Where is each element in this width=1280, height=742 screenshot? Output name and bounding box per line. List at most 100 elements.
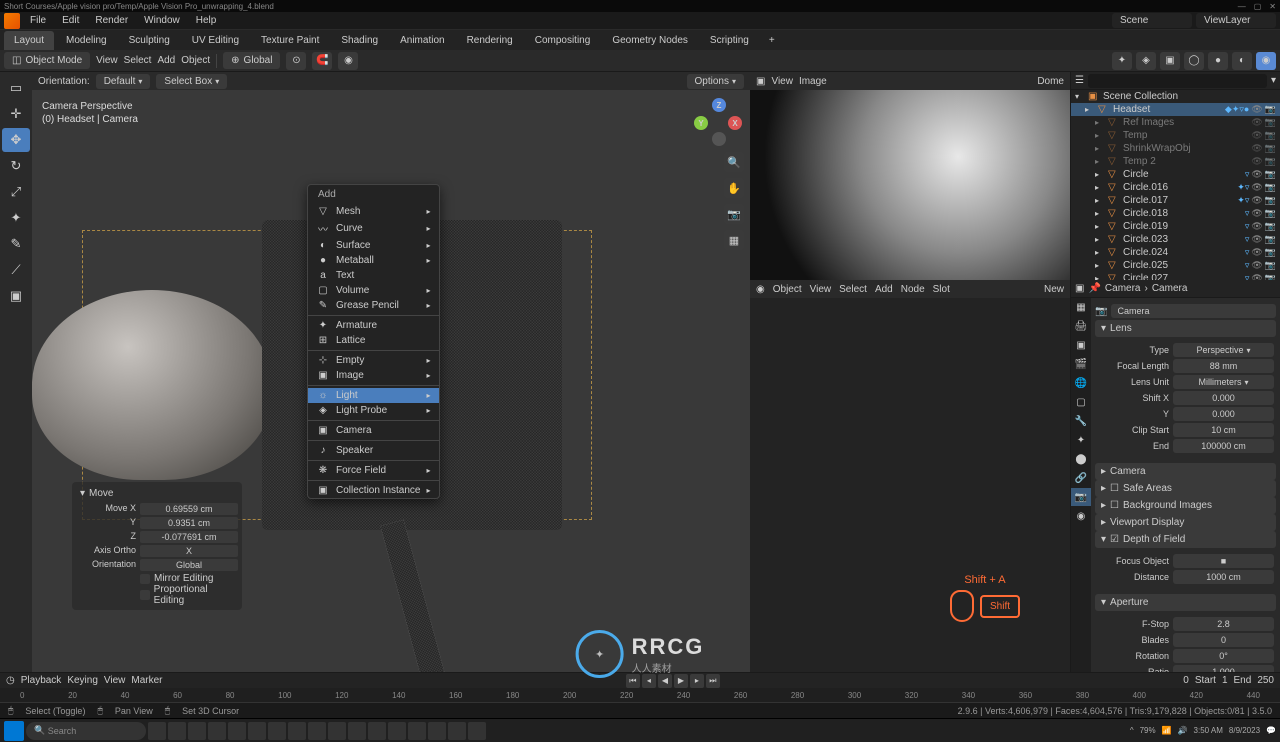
header-select[interactable]: Select: [124, 55, 152, 66]
end-frame-input[interactable]: 250: [1257, 675, 1274, 686]
add-menu-item-light-probe[interactable]: ◈Light Probe▸: [308, 403, 439, 418]
add-menu-item-light[interactable]: ☼Light▸: [308, 388, 439, 403]
axis-z-icon[interactable]: Z: [712, 98, 726, 112]
disclosure-icon[interactable]: ▸: [1095, 196, 1105, 205]
axis-neg-icon[interactable]: [712, 132, 726, 146]
disclosure-icon[interactable]: ▸: [1095, 183, 1105, 192]
outliner-item[interactable]: ▸▽Circle.017✦▿👁📷: [1071, 194, 1280, 207]
props-type-icon[interactable]: ▣: [1075, 283, 1084, 294]
scene-field[interactable]: Scene: [1112, 13, 1192, 28]
clipend-input[interactable]: 100000 cm: [1173, 439, 1274, 453]
img-view[interactable]: View: [771, 76, 793, 87]
notification-icon[interactable]: 💬: [1266, 726, 1276, 735]
render-visibility-icon[interactable]: 📷: [1265, 273, 1276, 280]
shader-add[interactable]: Add: [875, 284, 893, 295]
app-icon[interactable]: [288, 722, 306, 740]
disclosure-icon[interactable]: ▸: [1095, 261, 1105, 270]
outliner[interactable]: ▾ ▣ Scene Collection ▸▽Headset◆✦▿●👁📷▸▽Re…: [1071, 90, 1280, 280]
blender-logo-icon[interactable]: [4, 13, 20, 29]
visibility-icon[interactable]: 👁: [1251, 130, 1262, 141]
tab-compositing[interactable]: Compositing: [525, 31, 601, 50]
image-datablock[interactable]: Dome: [1037, 76, 1064, 87]
orientation-op-value[interactable]: Global: [140, 559, 238, 571]
gizmo-toggle-icon[interactable]: ✦: [1112, 52, 1132, 70]
render-visibility-icon[interactable]: 📷: [1265, 182, 1276, 193]
current-frame-input[interactable]: 0: [1183, 675, 1189, 686]
visibility-icon[interactable]: 👁: [1251, 143, 1262, 154]
header-view[interactable]: View: [96, 55, 118, 66]
disclosure-icon[interactable]: ▸: [1095, 118, 1105, 127]
outliner-item[interactable]: ▸▽ShrinkWrapObj👁📷: [1071, 142, 1280, 155]
menu-window[interactable]: Window: [138, 13, 186, 28]
outliner-item-toggles[interactable]: 👁📷: [1251, 143, 1276, 154]
outliner-item-toggles[interactable]: ▿👁📷: [1245, 234, 1276, 245]
axis-ortho-value[interactable]: X: [140, 545, 238, 557]
clock-date[interactable]: 8/9/2023: [1229, 726, 1260, 735]
tab-animation[interactable]: Animation: [390, 31, 454, 50]
chrome-icon[interactable]: [208, 722, 226, 740]
viewport-3d[interactable]: Camera Perspective (0) Headset | Camera …: [32, 90, 750, 672]
shading-rendered-icon[interactable]: ◉: [1256, 52, 1276, 70]
render-visibility-icon[interactable]: 📷: [1265, 143, 1276, 154]
movez-value[interactable]: -0.077691 cm: [140, 531, 238, 543]
disclosure-icon[interactable]: ▸: [1095, 248, 1105, 257]
tl-view[interactable]: View: [104, 675, 126, 686]
menu-help[interactable]: Help: [190, 13, 223, 28]
tab-geometry-nodes[interactable]: Geometry Nodes: [602, 31, 698, 50]
tl-marker[interactable]: Marker: [131, 675, 162, 686]
render-visibility-icon[interactable]: 📷: [1265, 117, 1276, 128]
cursor-tool-icon[interactable]: ✛: [2, 102, 30, 126]
clock-time[interactable]: 3:50 AM: [1194, 726, 1223, 735]
explorer-icon[interactable]: [168, 722, 186, 740]
orientation-default[interactable]: Default: [96, 74, 151, 89]
properties-panel[interactable]: 📷 Camera ▾Lens TypePerspective Focal Len…: [1091, 298, 1280, 672]
add-menu-item-armature[interactable]: ✦Armature: [308, 318, 439, 333]
outliner-item[interactable]: ▸▽Circle▿👁📷: [1071, 168, 1280, 181]
timeline-ruler[interactable]: 0204060801001201401601802002202402602803…: [0, 688, 1280, 702]
tab-object-icon[interactable]: ▢: [1071, 393, 1091, 411]
select-tool-icon[interactable]: ▭: [2, 76, 30, 100]
add-menu-item-collection-instance[interactable]: ▣Collection Instance▸: [308, 483, 439, 498]
tab-world-icon[interactable]: 🌐: [1071, 374, 1091, 392]
blades-input[interactable]: 0: [1173, 633, 1274, 647]
app-icon[interactable]: [308, 722, 326, 740]
add-cube-tool-icon[interactable]: ▣: [2, 284, 30, 308]
edge-icon[interactable]: [188, 722, 206, 740]
disclosure-icon[interactable]: ▸: [1095, 222, 1105, 231]
tab-particles-icon[interactable]: ✦: [1071, 431, 1091, 449]
tab-data-camera-icon[interactable]: 📷: [1071, 488, 1091, 506]
outliner-item-toggles[interactable]: 👁📷: [1251, 130, 1276, 141]
add-menu-item-mesh[interactable]: ▽Mesh▸: [308, 204, 439, 219]
outliner-item-toggles[interactable]: ▿👁📷: [1245, 221, 1276, 232]
scale-tool-icon[interactable]: ⤢: [2, 180, 30, 204]
focal-length-input[interactable]: 88 mm: [1173, 359, 1274, 373]
app-icon[interactable]: [228, 722, 246, 740]
prop-checkbox[interactable]: [140, 590, 150, 600]
play-icon[interactable]: ▶: [674, 674, 688, 688]
tab-uv-editing[interactable]: UV Editing: [182, 31, 249, 50]
outliner-root[interactable]: ▾ ▣ Scene Collection: [1071, 90, 1280, 103]
img-image[interactable]: Image: [799, 76, 827, 87]
axis-y-icon[interactable]: Y: [694, 116, 708, 130]
add-menu-item-text[interactable]: aText: [308, 268, 439, 283]
wifi-icon[interactable]: 📶: [1162, 726, 1172, 735]
dof-header[interactable]: ▾☑Depth of Field: [1095, 531, 1276, 548]
movey-value[interactable]: 0.9351 cm: [140, 517, 238, 529]
move-tool-icon[interactable]: ✥: [2, 128, 30, 152]
focus-object-picker[interactable]: ■: [1173, 554, 1274, 568]
measure-tool-icon[interactable]: ⟋: [2, 258, 30, 282]
app-icon[interactable]: [348, 722, 366, 740]
outliner-item-toggles[interactable]: ◆✦▿●👁📷: [1225, 104, 1276, 115]
movex-value[interactable]: 0.69559 cm: [140, 503, 238, 515]
start-frame-input[interactable]: 1: [1222, 675, 1228, 686]
annotate-tool-icon[interactable]: ✎: [2, 232, 30, 256]
add-menu-item-image[interactable]: ▣Image▸: [308, 368, 439, 383]
outliner-item-toggles[interactable]: ▿👁📷: [1245, 169, 1276, 180]
disclosure-icon[interactable]: ▸: [1095, 209, 1105, 218]
add-menu-item-volume[interactable]: ▢Volume▸: [308, 283, 439, 298]
next-key-icon[interactable]: ▸: [690, 674, 704, 688]
outliner-item[interactable]: ▸▽Temp 2👁📷: [1071, 155, 1280, 168]
system-tray[interactable]: ^ 79% 📶 🔊 3:50 AM 8/9/2023 💬: [1130, 726, 1276, 735]
orientation-dropdown[interactable]: ⊕ Global: [223, 52, 280, 69]
close-icon[interactable]: ✕: [1269, 2, 1276, 11]
